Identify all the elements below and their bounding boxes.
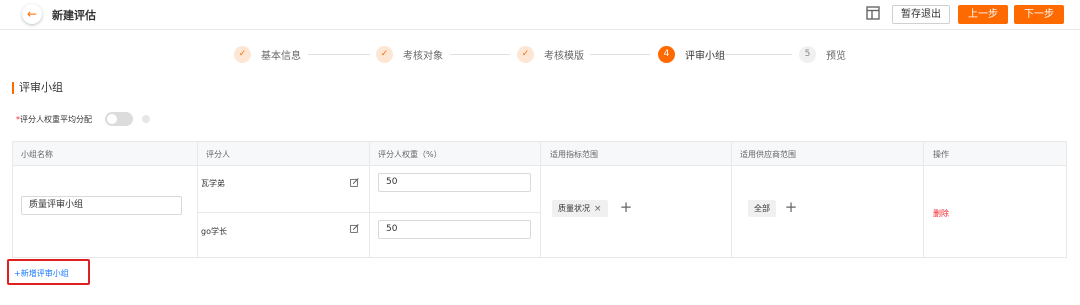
step-preview: 5 预览	[799, 45, 846, 63]
add-indicator-plus-icon[interactable]: +	[619, 200, 633, 215]
edit-icon[interactable]	[350, 178, 359, 187]
step-connector	[590, 54, 650, 55]
step-label: 考核模版	[544, 50, 584, 62]
next-step-button[interactable]: 下一步	[1014, 5, 1064, 24]
weight-average-text: 评分人权重平均分配	[20, 115, 92, 124]
column-header-actions: 操作	[933, 150, 949, 159]
column-divider	[540, 142, 541, 257]
check-icon: ✓	[517, 45, 534, 63]
prev-step-button[interactable]: 上一步	[958, 5, 1008, 24]
page-title: 新建评估	[52, 9, 96, 22]
step-connector	[308, 54, 370, 55]
row-divider	[198, 212, 540, 213]
step-label: 预览	[826, 50, 846, 62]
step-label: 评审小组	[685, 50, 725, 62]
column-header-group-name: 小组名称	[21, 150, 53, 159]
column-header-indicator-scope: 适用指标范围	[550, 150, 598, 159]
step-number: 5	[799, 45, 816, 63]
rater-name: go学长	[201, 227, 227, 236]
toggle-knob	[107, 114, 117, 124]
rater-name: 瓦学弟	[201, 179, 225, 188]
step-assessment-template: ✓ 考核模版	[517, 45, 584, 63]
supplier-tag: 全部	[748, 200, 776, 217]
check-icon: ✓	[234, 45, 251, 63]
group-name-input[interactable]: 质量评审小组	[21, 196, 182, 215]
indicator-tag-label: 质量状况	[558, 204, 590, 213]
header: ← 新建评估 暂存退出 上一步 下一步	[0, 0, 1080, 30]
edit-icon[interactable]	[350, 224, 359, 233]
step-number: 4	[658, 45, 675, 63]
save-exit-button[interactable]: 暂存退出	[892, 5, 950, 24]
column-divider	[197, 142, 198, 257]
weight-average-toggle[interactable]	[105, 112, 133, 126]
column-header-rater: 评分人	[206, 150, 230, 159]
step-connector	[450, 54, 510, 55]
step-connector	[716, 54, 792, 55]
column-header-weight: 评分人权重（%）	[378, 150, 442, 159]
rater-weight-input[interactable]: 50	[378, 220, 531, 239]
column-divider	[731, 142, 732, 257]
step-review-group: 4 评审小组	[658, 45, 725, 63]
section-title: 评审小组	[12, 82, 63, 94]
close-icon[interactable]: ×	[594, 204, 602, 214]
column-header-supplier-scope: 适用供应商范围	[740, 150, 796, 159]
add-supplier-plus-icon[interactable]: +	[784, 200, 798, 215]
step-label: 考核对象	[403, 50, 443, 62]
info-dot-icon	[142, 115, 150, 123]
step-assessment-object: ✓ 考核对象	[376, 45, 443, 63]
step-label: 基本信息	[261, 50, 301, 62]
indicator-tag: 质量状况 ×	[552, 200, 608, 217]
step-basic-info: ✓ 基本信息	[234, 45, 301, 63]
add-review-group-label: +新增评审小组	[14, 269, 69, 278]
column-divider	[923, 142, 924, 257]
weight-average-label: *评分人权重平均分配	[16, 114, 92, 125]
arrow-left-icon: ←	[26, 7, 38, 21]
back-button[interactable]: ←	[22, 4, 42, 24]
column-divider	[369, 142, 370, 257]
rater-weight-input[interactable]: 50	[378, 173, 531, 192]
add-review-group-button[interactable]: +新增评审小组	[7, 259, 90, 285]
check-icon: ✓	[376, 45, 393, 63]
delete-link[interactable]: 删除	[933, 208, 949, 219]
review-group-table: 小组名称 评分人 评分人权重（%） 适用指标范围 适用供应商范围 操作 质量评审…	[12, 141, 1067, 258]
layout-icon[interactable]	[866, 6, 880, 20]
